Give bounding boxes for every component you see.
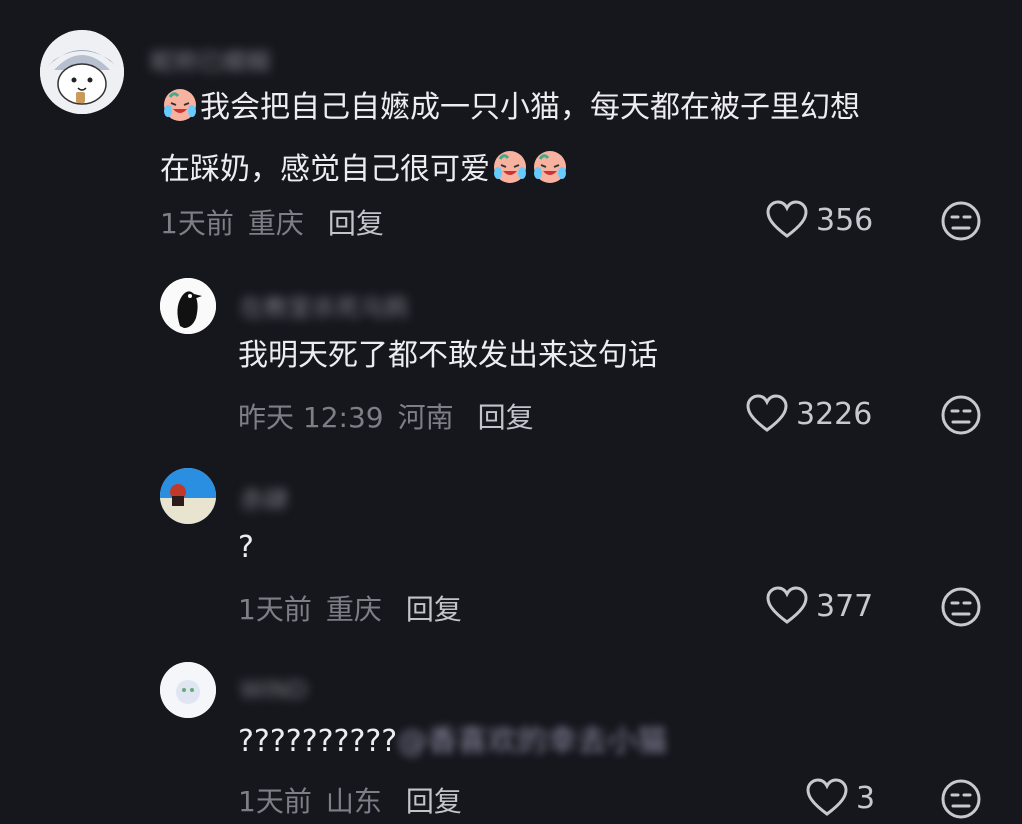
- meh-face-icon: [941, 779, 981, 819]
- comment-meta: 1天前 重庆 回复: [238, 588, 462, 628]
- comment-body: ??????????: [238, 724, 398, 759]
- comment-meta: 昨天 12:39 河南 回复: [238, 396, 534, 436]
- timestamp: 1天前: [160, 207, 234, 240]
- username[interactable]: 赤肆: [240, 480, 288, 515]
- location: 重庆: [247, 207, 304, 240]
- avatar[interactable]: [160, 468, 216, 524]
- mention-link[interactable]: @香喜欢的幸去小猫: [397, 724, 667, 759]
- heart-outline-icon: [766, 200, 808, 238]
- avatar-image: [160, 278, 216, 334]
- like-count: 3226: [796, 396, 873, 432]
- username[interactable]: 昵称已模糊: [150, 42, 270, 77]
- username[interactable]: 在教室杀死乌鸦: [240, 288, 408, 323]
- crying-laughing-emoji-icon: [490, 145, 530, 204]
- comment-line-1: 我会把自己自嬷成一只小猫，每天都在被子里幻想: [200, 90, 860, 125]
- like-count: 3: [856, 780, 876, 816]
- like-button[interactable]: 377: [766, 586, 873, 626]
- username[interactable]: WIND: [240, 676, 307, 704]
- comment-text: ??????????@香喜欢的幸去小猫: [238, 714, 667, 770]
- avatar[interactable]: [40, 30, 124, 114]
- like-button[interactable]: 3: [806, 778, 875, 818]
- meh-face-icon: [941, 395, 981, 435]
- timestamp: 1天前: [238, 785, 312, 818]
- like-count: 377: [816, 588, 874, 624]
- location: 河南: [397, 401, 454, 434]
- avatar-image: [160, 468, 216, 524]
- like-button[interactable]: 3226: [746, 394, 872, 434]
- reply-button[interactable]: 回复: [478, 401, 534, 434]
- dislike-button[interactable]: [940, 586, 982, 632]
- dislike-button[interactable]: [940, 394, 982, 440]
- heart-outline-icon: [746, 394, 788, 432]
- heart-outline-icon: [806, 778, 848, 816]
- reply-button[interactable]: 回复: [328, 207, 384, 240]
- like-count: 356: [816, 202, 874, 238]
- reply-button[interactable]: 回复: [406, 593, 462, 626]
- crying-laughing-emoji-icon: [160, 83, 200, 142]
- comment-text: 我明天死了都不敢发出来这句话: [238, 338, 658, 373]
- avatar[interactable]: [160, 662, 216, 718]
- avatar[interactable]: [160, 278, 216, 334]
- crying-laughing-emoji-icon: [530, 145, 570, 204]
- like-button[interactable]: 356: [766, 200, 873, 240]
- timestamp: 1天前: [238, 593, 312, 626]
- heart-outline-icon: [766, 586, 808, 624]
- meh-face-icon: [941, 587, 981, 627]
- meh-face-icon: [941, 201, 981, 241]
- dislike-button[interactable]: [940, 200, 982, 246]
- dislike-button[interactable]: [940, 778, 982, 824]
- comment-line-2: 在踩奶，感觉自己很可爱: [160, 152, 490, 187]
- location: 重庆: [325, 593, 382, 626]
- reply-button[interactable]: 回复: [406, 785, 462, 818]
- avatar-image: [40, 30, 124, 114]
- comment-meta: 1天前 重庆 回复: [160, 202, 384, 242]
- location: 山东: [325, 785, 382, 818]
- comment-meta: 1天前 山东 回复: [238, 780, 462, 820]
- comment-text: ?: [238, 530, 254, 565]
- avatar-image: [160, 662, 216, 718]
- comment-text: 我会把自己自嬷成一只小猫，每天都在被子里幻想 在踩奶，感觉自己很可爱: [160, 80, 860, 204]
- timestamp: 昨天 12:39: [238, 401, 384, 434]
